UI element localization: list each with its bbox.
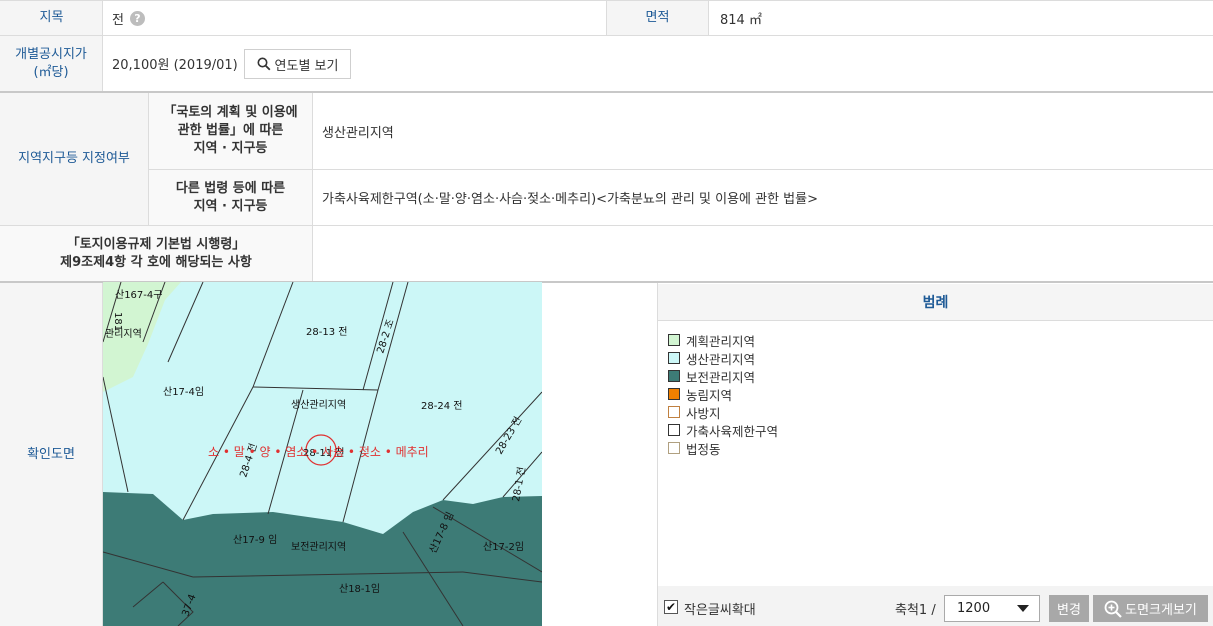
scale-label: 축척1 / (895, 603, 936, 618)
legend-title-text: 범례 (922, 295, 949, 311)
scale-select-value: 1200 (957, 601, 991, 616)
parcel-map-svg: 산167-4구 28-13 전 28-2 조 산17-4임 생산관리지역 28-… (103, 282, 542, 626)
price-label-line2: (㎡당) (33, 64, 69, 80)
legend-item: 농림지역 (668, 385, 778, 403)
parcel-label: 관리지역 (105, 328, 142, 340)
jimok-value-text: 전 (112, 12, 124, 28)
rule-label: 「토지이용규제 기본법 시행령」 제9조제4항 각 호에 해당되는 사항 (0, 226, 312, 281)
zone-sub1-line1: 「국토의 계획 및 이용에 (163, 105, 298, 120)
help-icon[interactable]: ? (129, 10, 145, 26)
rule-label-line2: 제9조제4항 각 호에 해당되는 사항 (60, 254, 252, 270)
parcel-label: 산17-2임 (483, 540, 524, 553)
change-scale-button-label: 변경 (1057, 603, 1081, 618)
legend-swatch (668, 388, 680, 400)
zone-sub1-value: 생산관리지역 (322, 93, 394, 169)
zone-sub2-line1: 다른 법령 등에 따른 (175, 180, 286, 196)
map-section-label-text: 확인도면 (27, 446, 75, 462)
zone-sub1-value-text: 생산관리지역 (322, 125, 394, 141)
legend-item: 계획관리지역 (668, 331, 778, 349)
enlarge-text-checkbox[interactable]: ✔ (664, 600, 678, 614)
legend-swatch (668, 370, 680, 382)
parcel-label: 산17-9 임 (233, 533, 277, 546)
jimok-value: 전 ? (112, 1, 145, 35)
zone-sub2-label: 다른 법령 등에 따른 지역 · 지구등 (149, 170, 312, 225)
big-map-button-label: 도면크게보기 (1125, 603, 1197, 618)
jimok-label: 지목 (0, 1, 103, 35)
price-label: 개별공시지가 (㎡당) (0, 36, 102, 91)
big-map-button[interactable]: 도면크게보기 (1093, 595, 1208, 622)
zone-sub1-label: 「국토의 계획 및 이용에 관한 법률」에 따른 지역 · 지구등 (149, 93, 312, 169)
zoom-in-icon (1104, 600, 1122, 618)
legend-item-label: 사방지 (686, 405, 721, 421)
legend-swatch (668, 442, 680, 454)
legend-item-label: 보전관리지역 (686, 369, 756, 385)
legend-item-label: 법정동 (686, 441, 721, 457)
legend-item-label: 농림지역 (686, 387, 733, 403)
parcel-label: 생산관리지역 (291, 399, 346, 411)
legend-item-label: 생산관리지역 (686, 351, 756, 367)
parcel-label: 보전관리지역 (291, 541, 346, 553)
zone-sub1-line2: 관한 법률」에 따른 (177, 123, 284, 138)
parcel-label: 산167-4구 (115, 289, 162, 301)
rule-label-line1: 「토지이용규제 기본법 시행령」 (66, 236, 246, 252)
zone-sub1-line3: 지역 · 지구등 (193, 141, 268, 156)
legend-item: 생산관리지역 (668, 349, 778, 367)
price-value-text: 20,100원 (2019/01) (112, 58, 238, 73)
parcel-map[interactable]: 산167-4구 28-13 전 28-2 조 산17-4임 생산관리지역 28-… (103, 282, 542, 626)
zone-sub2-value: 가축사육제한구역(소·말·양·염소·사슴·젖소·메추리)<가축분뇨의 관리 및 … (322, 170, 818, 225)
price-label-line1: 개별공시지가 (15, 46, 87, 62)
year-view-button[interactable]: 연도별 보기 (244, 49, 351, 79)
parcel-label: 산17-4임 (163, 385, 204, 398)
area-value-text: 814 ㎡ (720, 12, 762, 28)
zone-sub2-line2: 지역 · 지구등 (193, 198, 268, 214)
search-icon (257, 57, 270, 71)
legend-item-label: 가축사육제한구역 (686, 423, 779, 439)
area-label-text: 면적 (645, 10, 670, 25)
parcel-label: 산18-1임 (339, 582, 380, 595)
zone-section-label-text: 지역지구등 지정여부 (18, 151, 130, 166)
price-value: 20,100원 (2019/01) (112, 36, 238, 91)
jimok-label-text: 지목 (39, 10, 64, 25)
year-view-button-label: 연도별 보기 (274, 58, 339, 74)
zone-section-label: 지역지구등 지정여부 (0, 93, 148, 225)
checkmark-icon: ✔ (665, 600, 677, 614)
legend-list: 계획관리지역생산관리지역보전관리지역농림지역사방지가축사육제한구역법정동 (668, 331, 778, 457)
legend-item: 사방지 (668, 403, 778, 421)
zone-sub2-value-text: 가축사육제한구역(소·말·양·염소·사슴·젖소·메추리)<가축분뇨의 관리 및 … (322, 192, 818, 207)
legend-swatch (668, 406, 680, 418)
change-scale-button[interactable]: 변경 (1049, 595, 1089, 622)
enlarge-text-label[interactable]: 작은글씨확대 (684, 599, 756, 618)
parcel-label: 28-13 전 (306, 326, 347, 338)
legend-swatch (668, 334, 680, 346)
parcel-label: 28-24 전 (421, 400, 462, 412)
area-value: 814 ㎡ (720, 1, 762, 35)
livestock-restriction-overlay-label: 소 • 말 • 양 • 염소 • 사슴 • 젖소 • 메추리 (208, 445, 429, 459)
map-section-label: 확인도면 (0, 283, 102, 626)
legend-item-label: 계획관리지역 (686, 333, 756, 349)
scale-select[interactable]: 1200 (944, 595, 1040, 622)
chevron-down-icon (1017, 605, 1029, 612)
legend-item: 보전관리지역 (668, 367, 778, 385)
legend-item: 법정동 (668, 439, 778, 457)
legend-swatch (668, 352, 680, 364)
area-label: 면적 (606, 1, 709, 35)
legend-swatch (668, 424, 680, 436)
legend-item: 가축사육제한구역 (668, 421, 778, 439)
legend-title: 범례 (658, 284, 1213, 321)
